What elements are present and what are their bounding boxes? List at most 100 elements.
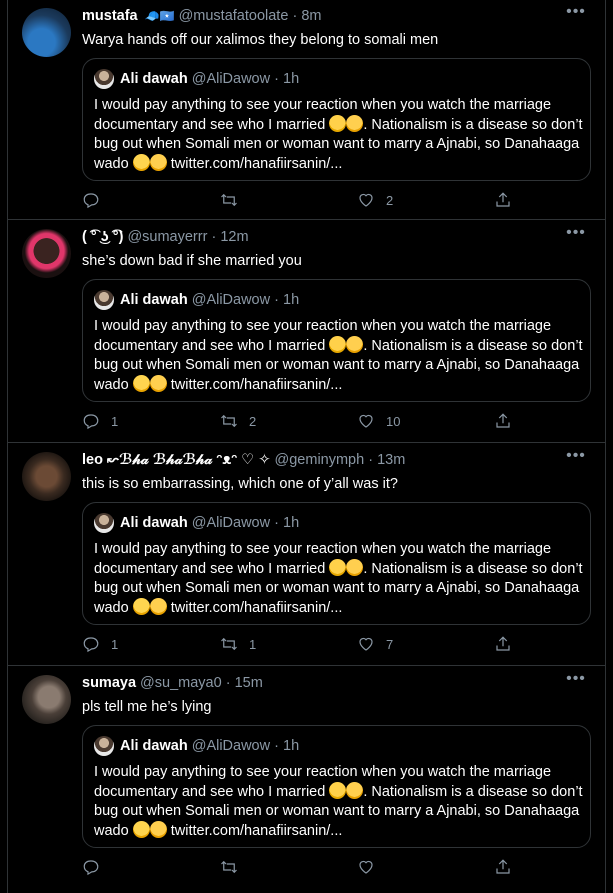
tweet[interactable]: mustafa 🧢🇸🇴 @mustafatoolate · 8m ••• War… [8,0,605,220]
quoted-tweet[interactable]: Ali dawah @AliDawow · 1h I would pay any… [82,502,591,625]
avatar[interactable] [22,8,71,57]
avatar[interactable] [22,229,71,278]
more-icon[interactable]: ••• [565,448,587,466]
tweet[interactable]: sumaya @su_maya0 · 15m ••• pls tell me h… [8,667,605,893]
reply-button[interactable]: 1 [82,412,118,432]
share-icon [496,192,510,207]
retweet-count: 1 [249,636,257,652]
quoted-tweet[interactable]: Ali dawah @AliDawow · 1h I would pay any… [82,58,591,181]
hushed-emoji-icon [346,782,364,799]
display-name[interactable]: ( ͡° ͜ʖ ͡°) [82,229,123,245]
handle[interactable]: @mustafatoolate [179,8,289,24]
like-button[interactable]: 10 [357,412,400,432]
hushed-emoji-icon [149,821,167,838]
hushed-emoji-icon [346,115,364,132]
hushed-emoji-icon [149,375,167,392]
retweet-icon [221,860,237,874]
quoted-avatar [94,736,114,756]
share-button[interactable] [494,412,512,432]
separator-dot: · [211,229,217,245]
tweet[interactable]: ( ͡° ͜ʖ ͡°) @sumayerrr · 12m ••• she’s d… [8,221,605,443]
retweet-icon [221,193,237,207]
display-name[interactable]: leo ↜ℬ𝒽𝒶 ℬ𝒽𝒶ℬ𝒽𝒶 ᵔᴥᵔ ♡ ✧ [82,452,270,468]
quoted-avatar [94,513,114,533]
handle[interactable]: @sumayerrr [127,229,207,245]
like-button[interactable]: 2 [357,191,393,211]
reply-button[interactable] [82,191,111,211]
like-count: 7 [386,636,394,652]
avatar[interactable] [22,675,71,724]
share-button[interactable] [494,635,512,655]
quoted-name: Ali dawah [120,292,188,308]
reply-icon [83,414,99,430]
laughing-emoji-icon [329,782,347,799]
more-icon[interactable]: ••• [565,4,587,22]
grinning-emoji-icon [132,154,150,171]
quoted-avatar [94,290,114,310]
retweet-button[interactable]: 2 [220,412,256,432]
handle[interactable]: @geminymph [275,452,365,468]
more-icon[interactable]: ••• [565,225,587,243]
quoted-handle: @AliDawow [191,71,271,87]
retweet-button[interactable] [220,191,249,211]
quoted-time: 1h [283,515,300,531]
quoted-link[interactable]: twitter.com/hanafiirsanin/... [171,156,343,172]
like-button[interactable]: 7 [357,635,393,655]
heart-icon [359,860,373,874]
reply-count: 1 [111,413,119,429]
timestamp[interactable]: 12m [220,229,248,245]
hushed-emoji-icon [149,598,167,615]
retweet-count: 2 [249,413,257,429]
timestamp[interactable]: 8m [301,8,321,24]
separator-dot: · [274,71,279,87]
laughing-emoji-icon [329,115,347,132]
quoted-handle: @AliDawow [191,292,271,308]
quoted-text: I would pay anything to see your reactio… [94,96,584,174]
reply-icon [83,860,99,876]
quoted-time: 1h [283,71,300,87]
retweet-button[interactable]: 1 [220,635,256,655]
display-name[interactable]: mustafa [82,8,138,24]
display-name[interactable]: sumaya [82,675,136,691]
more-icon[interactable]: ••• [565,671,587,689]
heart-icon [359,193,373,207]
quoted-tweet[interactable]: Ali dawah @AliDawow · 1h I would pay any… [82,725,591,848]
hushed-emoji-icon [346,559,364,576]
quoted-name: Ali dawah [120,738,188,754]
timeline: mustafa 🧢🇸🇴 @mustafatoolate · 8m ••• War… [7,0,606,893]
quoted-link[interactable]: twitter.com/hanafiirsanin/... [171,823,343,839]
tweet[interactable]: leo ↜ℬ𝒽𝒶 ℬ𝒽𝒶ℬ𝒽𝒶 ᵔᴥᵔ ♡ ✧ @geminymph · 13m… [8,444,605,666]
tweet-header: ( ͡° ͜ʖ ͡°) @sumayerrr · 12m [82,229,552,249]
like-count: 2 [386,192,394,208]
reply-button[interactable]: 1 [82,635,118,655]
reply-icon [83,193,99,209]
quoted-text: I would pay anything to see your reactio… [94,763,584,841]
quoted-handle: @AliDawow [191,515,271,531]
reply-button[interactable] [82,858,111,878]
like-button[interactable] [357,858,386,878]
share-button[interactable] [494,191,512,211]
quoted-name: Ali dawah [120,71,188,87]
tweet-header: sumaya @su_maya0 · 15m [82,675,552,695]
separator-dot: · [274,738,279,754]
timestamp[interactable]: 15m [235,675,263,691]
tweet-text: Warya hands off our xalimos they belong … [82,32,439,48]
tweet-header: leo ↜ℬ𝒽𝒶 ℬ𝒽𝒶ℬ𝒽𝒶 ᵔᴥᵔ ♡ ✧ @geminymph · 13m [82,452,552,472]
quoted-link[interactable]: twitter.com/hanafiirsanin/... [171,377,343,393]
handle[interactable]: @su_maya0 [140,675,222,691]
quoted-link[interactable]: twitter.com/hanafiirsanin/... [171,600,343,616]
retweet-icon [221,414,237,428]
reply-icon [83,637,99,653]
share-icon [496,859,510,874]
action-bar: 2 [82,191,522,211]
retweet-button[interactable] [220,858,249,878]
separator-dot: · [274,292,279,308]
quoted-handle: @AliDawow [191,738,271,754]
quoted-name: Ali dawah [120,515,188,531]
timestamp[interactable]: 13m [377,452,405,468]
share-button[interactable] [494,858,512,878]
avatar[interactable] [22,452,71,501]
heart-icon [359,637,373,651]
quoted-tweet[interactable]: Ali dawah @AliDawow · 1h I would pay any… [82,279,591,402]
separator-dot: · [292,8,298,24]
